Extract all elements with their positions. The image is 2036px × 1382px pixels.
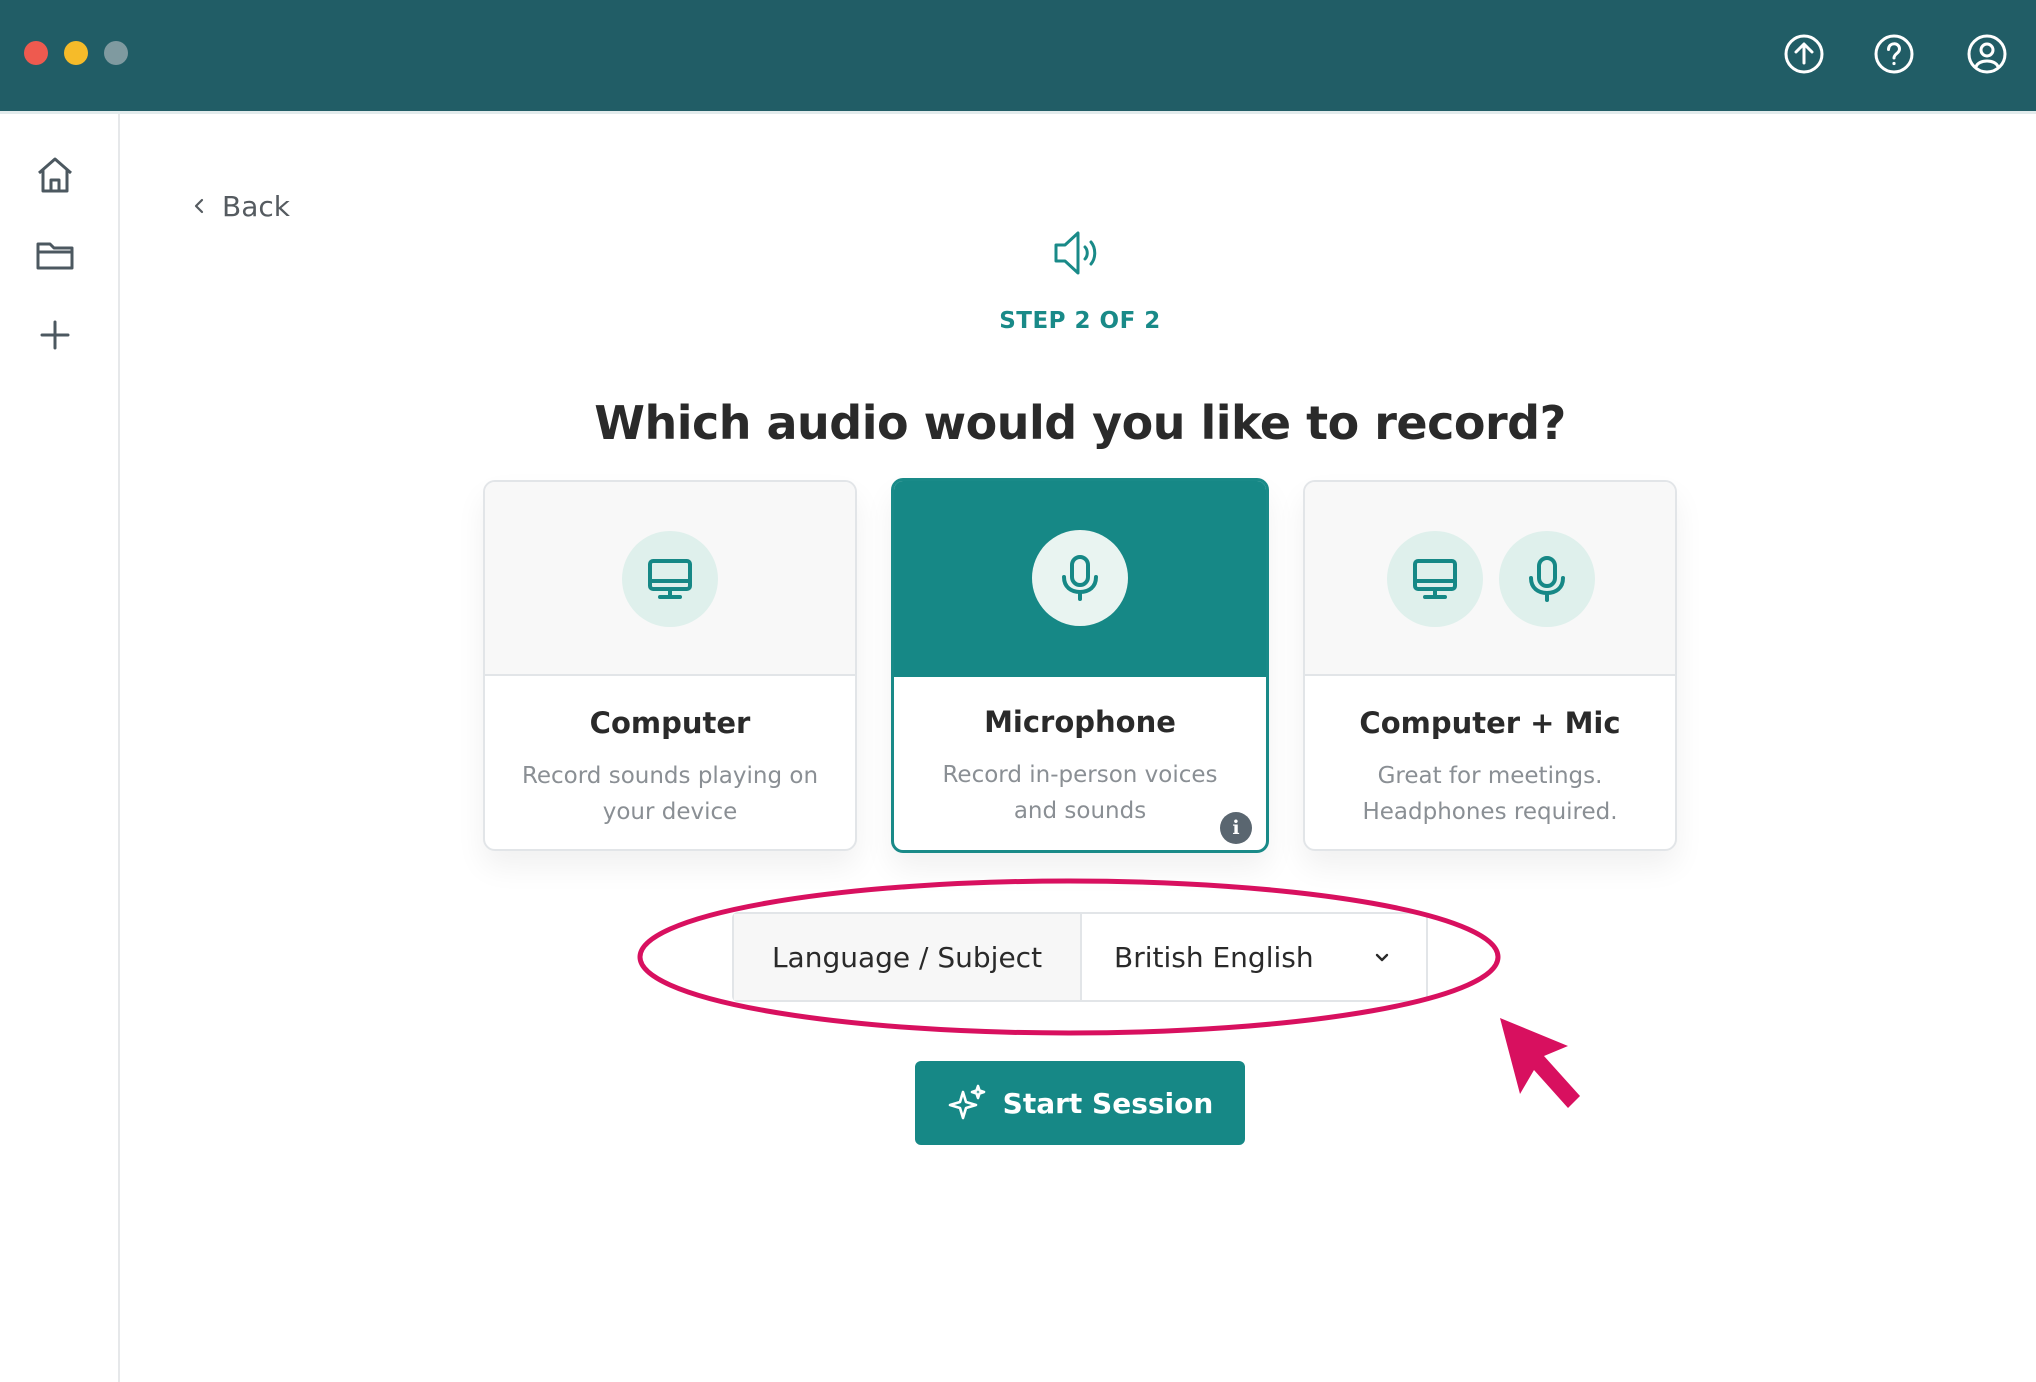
option-card-computer-mic[interactable]: Computer + Mic Great for meetings. Headp… [1303,480,1677,851]
zoom-window-button[interactable] [104,41,128,65]
cursor-arrow-icon [1500,1018,1580,1108]
plus-icon[interactable] [33,313,77,357]
home-icon[interactable] [33,153,77,197]
option-card-microphone[interactable]: Microphone Record in-person voices and s… [891,478,1269,853]
sparkle-icon [948,1084,985,1120]
minimize-window-button[interactable] [64,41,88,65]
monitor-icon [622,531,718,627]
card-title: Microphone [984,705,1176,739]
card-title: Computer [589,706,751,740]
highlight-annotation [637,878,1501,1036]
step-indicator: STEP 2 OF 2 [999,308,1161,334]
title-bar [0,0,2036,111]
title-bar-divider [0,111,2036,114]
chevron-left-icon [194,198,204,214]
info-icon[interactable]: i [1220,812,1252,844]
back-button[interactable]: Back [190,186,290,226]
option-card-computer[interactable]: Computer Record sounds playing on your d… [483,480,857,851]
sidebar [0,114,120,1382]
upload-icon[interactable] [1783,33,1825,75]
folder-icon[interactable] [33,233,77,277]
account-icon[interactable] [1966,33,2008,75]
microphone-icon [1499,531,1595,627]
page-title: Which audio would you like to record? [594,396,1566,450]
card-description: Great for meetings. Headphones required. [1362,763,1618,825]
card-title: Computer + Mic [1359,706,1621,740]
card-description: Record in-person voices and sounds [942,762,1218,824]
help-icon[interactable] [1873,33,1915,75]
card-header [1305,482,1675,676]
speaker-icon [1054,231,1097,275]
back-label: Back [222,189,290,223]
monitor-icon [1387,531,1483,627]
card-description: Record sounds playing on your device [521,763,819,825]
start-session-label: Start Session [1002,1086,1214,1120]
microphone-icon [1032,530,1128,626]
start-session-button[interactable]: Start Session [915,1061,1245,1145]
card-header [485,482,855,676]
close-window-button[interactable] [24,41,48,65]
card-header [894,481,1266,677]
